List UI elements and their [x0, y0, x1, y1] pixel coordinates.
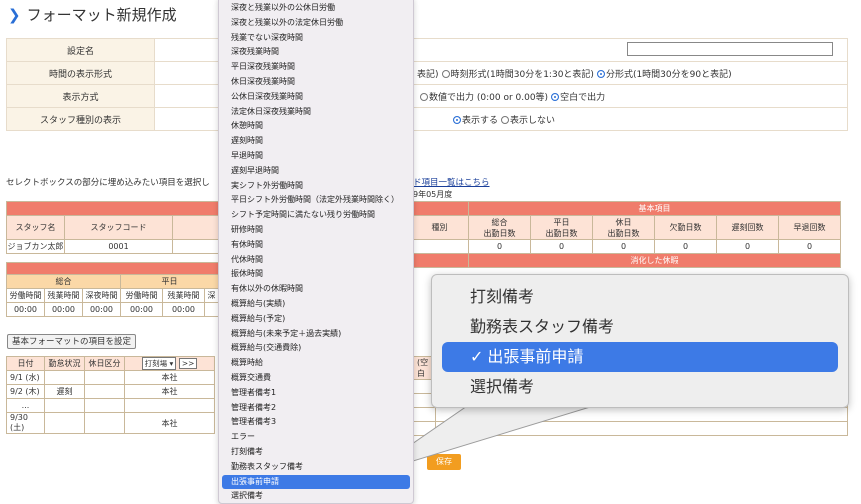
zoom-option: ✓ 出張事前申請 [442, 342, 838, 372]
dropdown-option[interactable]: 遅刻早退時間 [219, 164, 413, 179]
dropdown-option[interactable]: 研修時間 [219, 223, 413, 238]
dropdown-option[interactable]: エラー [219, 430, 413, 445]
dropdown-option[interactable]: 概算時給 [219, 356, 413, 371]
dropdown-option[interactable]: 管理者備考2 [219, 401, 413, 416]
dropdown-option[interactable]: 管理者備考1 [219, 386, 413, 401]
dropdown-option[interactable]: 休日深夜残業時間 [219, 75, 413, 90]
dropdown-option[interactable]: 出張事前申請 [222, 474, 410, 490]
dropdown-option[interactable]: 振休時間 [219, 267, 413, 282]
dropdown-option[interactable]: 深夜残業時間 [219, 45, 413, 60]
zoom-option: 打刻備考 [432, 282, 848, 312]
dropdown-option[interactable]: 有休以外の休暇時間 [219, 282, 413, 297]
dropdown-option[interactable]: 概算給与(交通費除) [219, 341, 413, 356]
dropdown-option[interactable]: 法定休日深夜残業時間 [219, 105, 413, 120]
dropdown-option[interactable]: 管理者備考3 [219, 415, 413, 430]
dropdown-zoom-callout: 打刻備考勤務表スタッフ備考 ✓ 出張事前申請選択備考 [431, 274, 849, 408]
zoom-option-label: 打刻備考 [470, 287, 535, 306]
dropdown-option[interactable]: 代休時間 [219, 253, 413, 268]
dropdown-option[interactable]: 概算給与(予定) [219, 312, 413, 327]
dropdown-option[interactable]: 概算給与(実績) [219, 297, 413, 312]
dropdown-option[interactable]: 早退時間 [219, 149, 413, 164]
dropdown-option[interactable]: 概算交通費 [219, 371, 413, 386]
zoom-option-label: 選択備考 [470, 377, 535, 396]
dropdown-option[interactable]: 選択備考 [219, 489, 413, 504]
checkmark-icon: ✓ [470, 347, 484, 366]
zoom-option: 選択備考 [432, 372, 848, 402]
zoom-option-label: 出張事前申請 [487, 347, 584, 366]
dropdown-option[interactable]: 概算給与(未来予定＋過去実績) [219, 327, 413, 342]
zoom-option: 勤務表スタッフ備考 [432, 312, 848, 342]
dropdown-option[interactable]: 打刻備考 [219, 445, 413, 460]
zoom-option-label: 勤務表スタッフ備考 [470, 317, 615, 336]
dropdown-option[interactable]: 残業でない深夜時間 [219, 31, 413, 46]
dropdown-option[interactable]: 平日シフト外労働時間（法定外残業時間除く） [219, 193, 413, 208]
column-select-dropdown[interactable]: 深夜と残業以外の公休日労働 深夜と残業以外の法定休日労働 残業でない深夜時間 深夜残業… [218, 0, 414, 504]
dropdown-option[interactable]: 深夜と残業以外の法定休日労働 [219, 16, 413, 31]
dropdown-option[interactable]: 有休時間 [219, 238, 413, 253]
dropdown-option[interactable]: 深夜と残業以外の公休日労働 [219, 1, 413, 16]
callout-pointer [366, 403, 601, 476]
dropdown-option[interactable]: 平日深夜残業時間 [219, 60, 413, 75]
dropdown-option[interactable]: シフト予定時間に満たない残り労働時間 [219, 208, 413, 223]
dropdown-option[interactable]: 勤務表スタッフ備考 [219, 460, 413, 475]
dropdown-option[interactable]: 実シフト外労働時間 [219, 179, 413, 194]
dropdown-option[interactable]: 休憩時間 [219, 119, 413, 134]
dropdown-option[interactable]: 遅刻時間 [219, 134, 413, 149]
dropdown-option[interactable]: 公休日深夜残業時間 [219, 90, 413, 105]
